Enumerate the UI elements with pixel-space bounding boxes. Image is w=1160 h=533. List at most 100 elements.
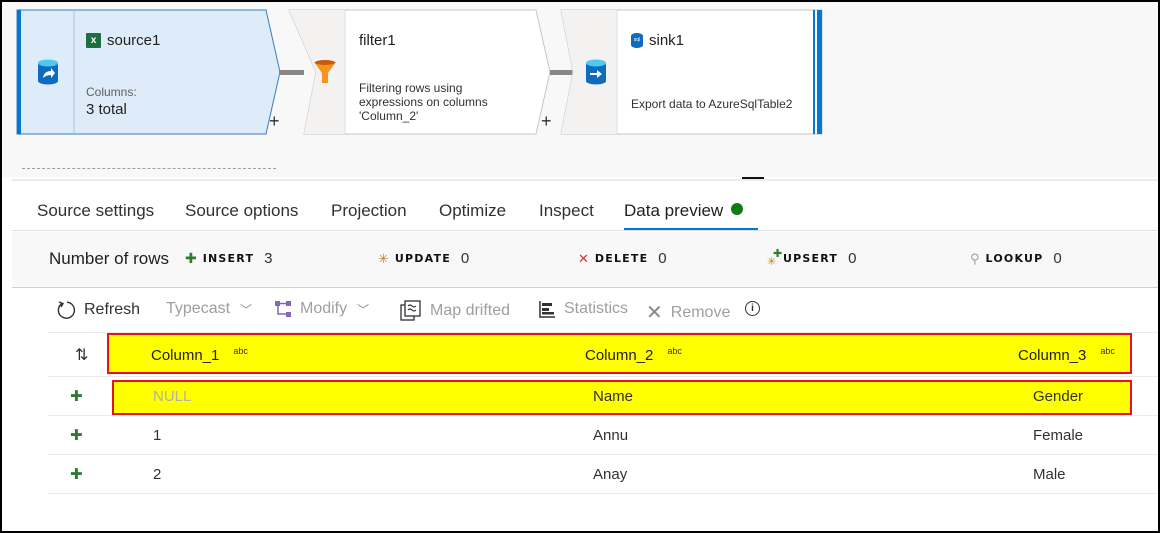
filter-funnel-icon [304,9,345,135]
data-preview-grid: ⇅ Column_1 abc Column_2 abc Column_3 abc ✚ … [48,333,1158,494]
cell-column-3: Gender [1033,387,1084,405]
map-drifted-label: Map drifted [430,302,511,319]
cell-column-2: Name [593,387,634,405]
node-sink1[interactable]: sql sink1 Export data to AzureSqlTable2 [560,9,824,135]
cell-column-3: Female [1033,426,1084,444]
column-2-name: Column_2 [585,346,654,364]
node-source1[interactable]: x source1 Columns: 3 total + [16,9,281,135]
sql-database-icon: sql [631,33,643,48]
canvas-selection-dashed-line [22,168,276,169]
map-drifted-button[interactable]: Map drifted [400,300,510,322]
tab-optimize[interactable]: Optimize [439,201,506,221]
refresh-icon [57,301,76,319]
filter1-title: filter1 [359,32,396,49]
tab-projection[interactable]: Projection [331,201,407,221]
statistics-icon [539,301,555,318]
number-of-rows-label: Number of rows [49,249,169,268]
modify-label: Modify [300,300,348,317]
upsert-label: UPSERT [783,252,839,265]
statistics-button[interactable]: Statistics [538,300,628,318]
source1-title: x source1 [86,32,160,49]
source-database-icon [22,9,74,135]
typecast-dropdown[interactable]: Typecast ﹀ [166,300,252,318]
update-asterisk-icon: ✳ [378,250,389,266]
info-icon: i [745,301,760,316]
lookup-search-icon: ⚲ [970,250,980,266]
tab-data-preview-label: Data preview [624,201,724,220]
cell-column-1: NULL [153,387,192,405]
insert-count: 3 [264,250,273,267]
source1-columns-label: Columns: [86,85,137,99]
column-3-type: abc [1100,346,1115,356]
remove-label: Remove [670,303,731,321]
delete-x-icon: ✕ [578,250,589,266]
sink-database-icon [574,9,617,135]
lookup-count: 0 [1053,250,1062,267]
sink1-description: Export data to AzureSqlTable2 [631,97,793,111]
add-transform-after-source1[interactable]: + [269,111,280,132]
table-row[interactable]: ✚ NULL Name Gender [48,377,1158,416]
table-row[interactable]: ✚ 1 Annu Female [48,416,1158,455]
typecast-label: Typecast [166,300,231,317]
tab-inspect[interactable]: Inspect [539,201,594,221]
source1-columns-value: 3 total [86,101,127,118]
insert-label: INSERT [202,252,255,265]
close-x-icon: ✕ [646,302,663,324]
column-1-name: Column_1 [151,346,220,364]
chevron-down-icon: ﹀ [357,302,370,317]
tab-source-options[interactable]: Source options [185,201,298,221]
table-row[interactable]: ✚ 2 Anay Male [48,455,1158,494]
cell-column-1: 1 [153,426,162,444]
column-header-3[interactable]: Column_3 abc [1018,334,1115,376]
settings-tabs: Source settings Source options Projectio… [12,179,1158,231]
column-1-type: abc [233,346,248,356]
status-green-dot-icon [731,203,744,215]
cell-column-3: Male [1033,465,1066,483]
cell-column-2: Annu [593,426,629,444]
row-counts-bar: Number of rows ✚ INSERT 3 ✳ UPDATE 0 ✕ D… [12,232,1158,288]
sink1-name: sink1 [649,32,685,49]
delete-count: 0 [658,250,667,267]
tab-source-settings[interactable]: Source settings [37,201,154,221]
refresh-button[interactable]: Refresh [56,300,140,320]
insert-plus-icon: ✚ [185,250,197,266]
info-button[interactable]: i [745,301,760,316]
map-drifted-icon [400,300,421,321]
cell-column-1: 2 [153,465,162,483]
insert-plus-icon: ✚ [70,427,83,444]
window: x source1 Columns: 3 total + filter1 Fil… [2,2,1158,531]
count-lookup: ⚲ LOOKUP 0 [970,250,1062,267]
delete-label: DELETE [594,252,649,265]
insert-plus-icon: ✚ [70,388,83,405]
tab-data-preview[interactable]: Data preview [624,201,744,221]
source1-name: source1 [107,32,161,49]
column-2-type: abc [667,346,682,356]
column-header-1[interactable]: Column_1 abc [151,334,248,376]
column-3-name: Column_3 [1018,346,1087,364]
modify-dropdown[interactable]: Modify ﹀ [274,300,369,318]
count-delete: ✕ DELETE 0 [578,250,667,267]
count-upsert: ✳ ✚ UPSERT 0 [767,247,857,268]
upsert-icon: ✳ ✚ [767,247,783,268]
excel-icon: x [86,33,101,48]
node-filter1[interactable]: filter1 Filtering rows using expressions… [288,9,552,135]
remove-button[interactable]: ✕ Remove [646,300,730,325]
update-label: UPDATE [394,252,451,265]
refresh-label: Refresh [84,301,141,318]
sort-arrows-icon[interactable]: ⇅ [75,334,88,376]
count-insert: ✚ INSERT 3 [185,250,273,267]
chevron-down-icon: ﹀ [240,302,253,317]
update-count: 0 [460,250,470,267]
modify-icon [275,301,291,317]
cell-column-2: Anay [593,465,628,483]
insert-plus-icon: ✚ [70,466,83,483]
column-header-2[interactable]: Column_2 abc [585,334,682,376]
dataflow-canvas[interactable]: x source1 Columns: 3 total + filter1 Fil… [2,2,1158,177]
active-tab-underline [624,228,758,230]
upsert-count: 0 [848,250,857,267]
grid-header-row: ⇅ Column_1 abc Column_2 abc Column_3 abc [48,333,1158,377]
count-update: ✳ UPDATE 0 [378,250,469,267]
preview-toolbar: Refresh Typecast ﹀ Modify ﹀ Map drifted [48,289,1158,333]
add-transform-after-filter1[interactable]: + [541,111,552,132]
lookup-label: LOOKUP [985,252,1044,265]
